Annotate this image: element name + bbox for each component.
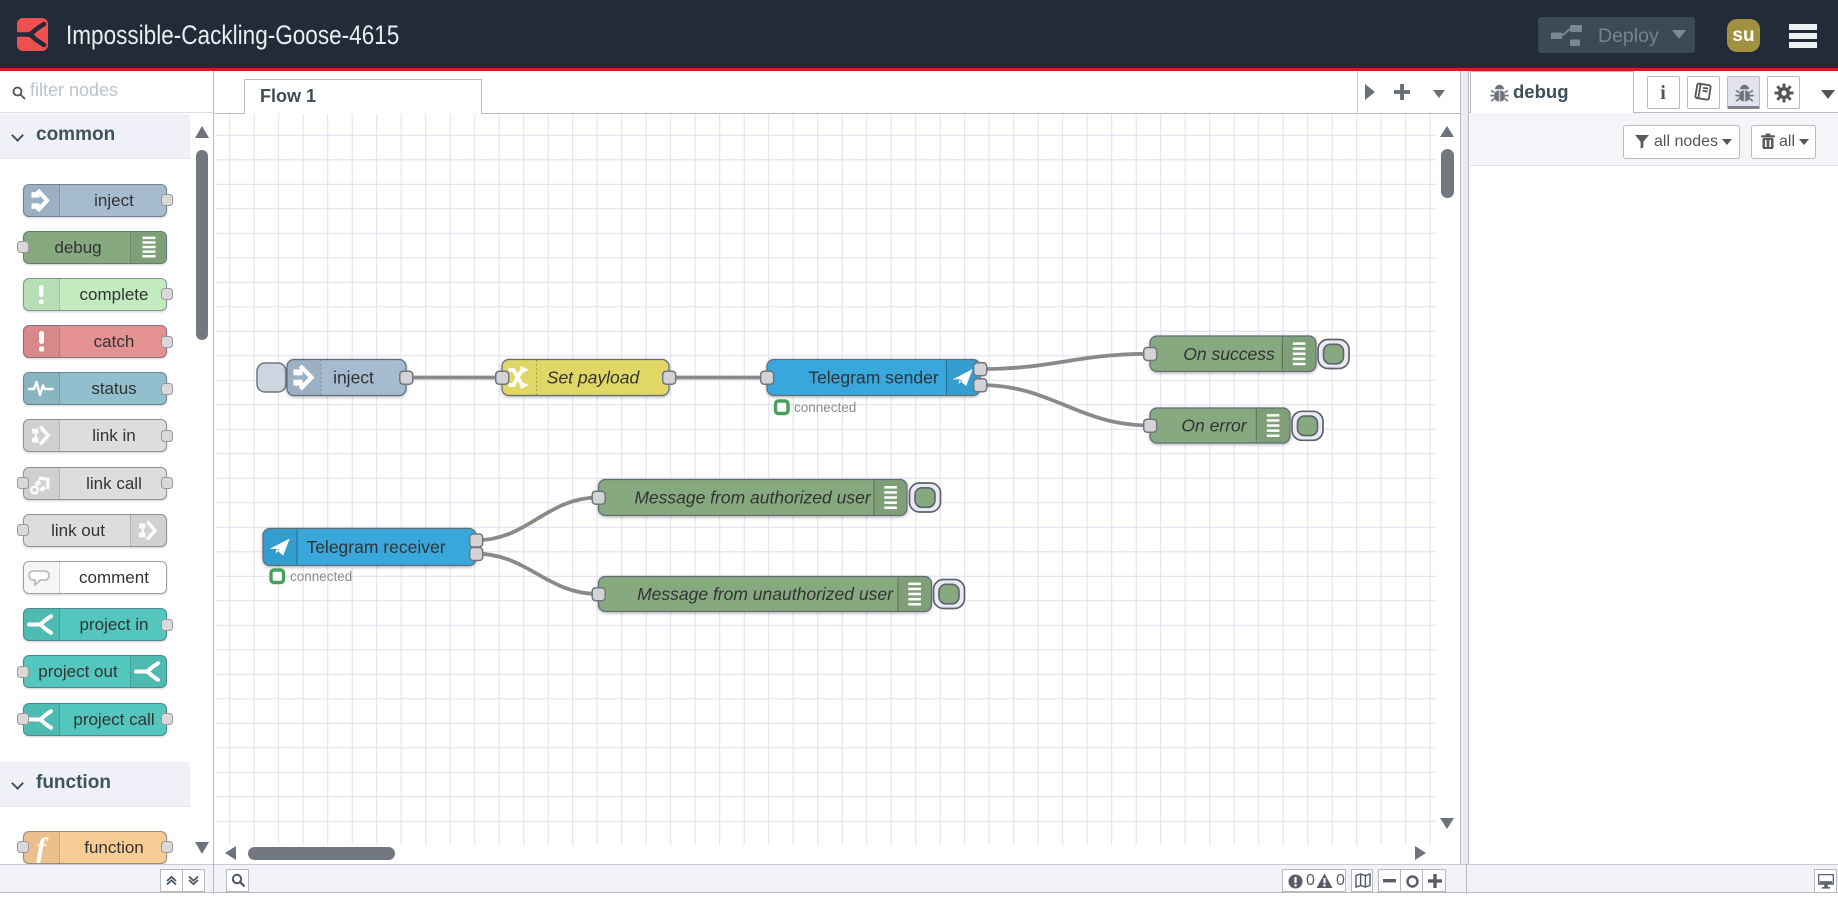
- svg-text:connected: connected: [794, 400, 856, 415]
- svg-text:Message from authorized user: Message from authorized user: [634, 488, 872, 508]
- svg-text:Telegram sender: Telegram sender: [808, 368, 939, 388]
- svg-text:connected: connected: [290, 569, 352, 584]
- svg-text:Set payload: Set payload: [547, 368, 641, 388]
- svg-text:Telegram receiver: Telegram receiver: [306, 537, 445, 557]
- svg-text:On error: On error: [1181, 416, 1247, 436]
- svg-text:Message from unauthorized user: Message from unauthorized user: [637, 584, 894, 604]
- svg-text:f: f: [36, 832, 49, 863]
- svg-text:i: i: [1660, 83, 1666, 102]
- svg-text:inject: inject: [333, 368, 374, 388]
- svg-text:On success: On success: [1183, 344, 1275, 364]
